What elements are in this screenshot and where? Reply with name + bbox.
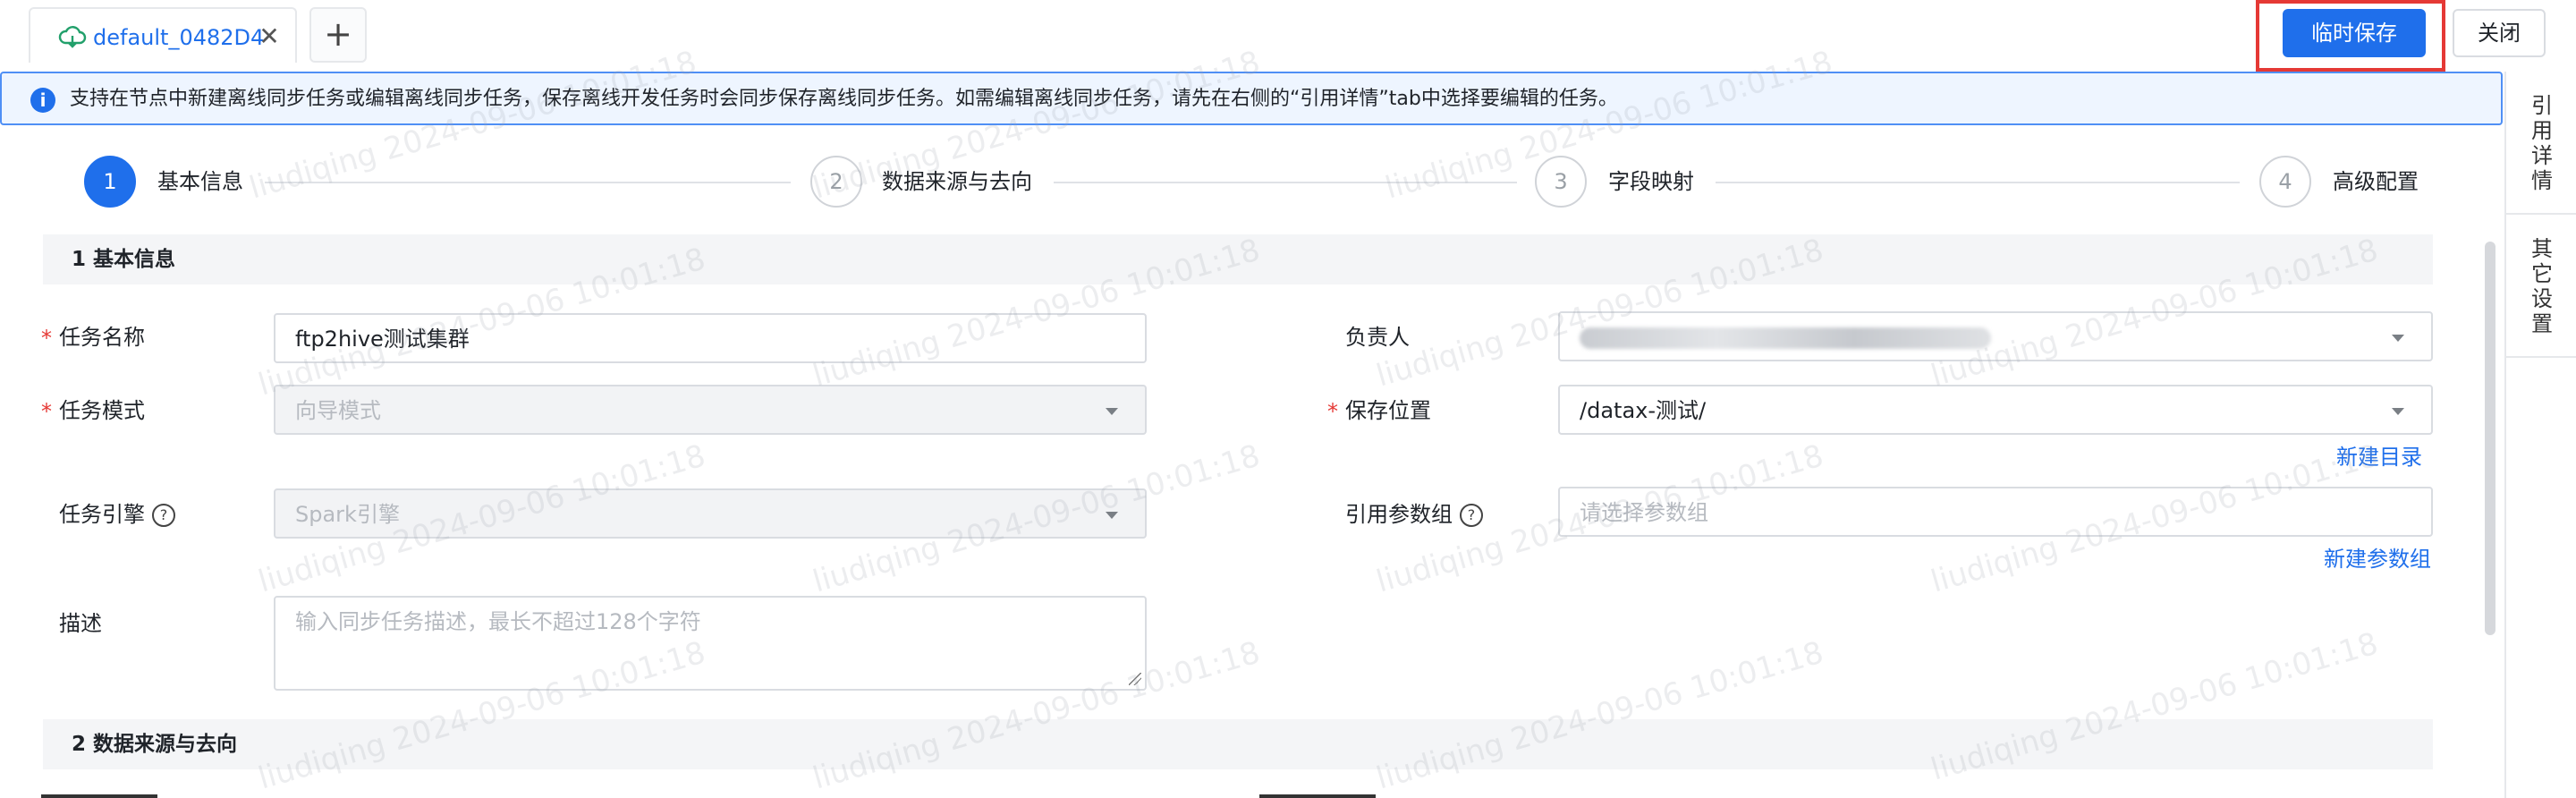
section-data-source: 2 数据来源与去向 [43, 719, 2433, 769]
task-mode-label: 任务模式 [59, 398, 145, 423]
sync-task-editor: default_0482D4 ✕ + 临时保存 关闭 i 支持在节点中新建离线同… [0, 0, 2576, 798]
task-mode-value: 向导模式 [295, 398, 381, 423]
step-connector [265, 182, 791, 183]
task-engine-select: Spark引擎 [274, 488, 1147, 539]
step-4-label[interactable]: 高级配置 [2333, 168, 2419, 195]
save-location-select[interactable]: /datax-测试/ [1558, 385, 2433, 435]
description-placeholder: 输入同步任务描述，最长不超过128个字符 [295, 609, 701, 634]
watermark: liudiqing 2024-09-06 10:01:18 [1372, 634, 1828, 797]
section-title: 2 数据来源与去向 [72, 733, 238, 756]
source-tab-indicator [41, 794, 157, 798]
owner-label: 负责人 [1345, 325, 1410, 350]
owner-select[interactable] [1558, 311, 2433, 361]
description-textarea[interactable]: 输入同步任务描述，最长不超过128个字符 [274, 596, 1147, 691]
highlight-annotation [2256, 0, 2445, 72]
tab-close-icon[interactable]: ✕ [256, 23, 283, 50]
step-indicator: 1 基本信息 2 数据来源与去向 3 字段映射 4 高级配置 [0, 143, 2487, 220]
param-group-label-text: 引用参数组 [1345, 502, 1453, 527]
task-engine-label-text: 任务引擎 [59, 502, 145, 527]
banner-text: 支持在节点中新建离线同步任务或编辑离线同步任务，保存离线开发任务时会同步保存离线… [70, 88, 1618, 110]
step-3-circle[interactable]: 3 [1535, 156, 1587, 208]
help-icon[interactable]: ? [1460, 504, 1483, 527]
param-group-select[interactable]: 请选择参数组 [1558, 487, 2433, 537]
step-connector [1716, 182, 2240, 183]
side-tab-other-settings[interactable]: 其它设置 [2506, 215, 2576, 358]
target-tab-indicator [1259, 794, 1376, 798]
info-icon: i [30, 88, 55, 113]
task-engine-value: Spark引擎 [295, 502, 400, 527]
side-tab-label: 其它设置 [2531, 236, 2553, 336]
step-2-circle[interactable]: 2 [810, 156, 862, 208]
chevron-down-icon [2392, 408, 2404, 415]
save-location-label: 保存位置 [1345, 398, 1431, 423]
step-1-circle[interactable]: 1 [84, 156, 136, 208]
required-mark: * [41, 399, 52, 424]
step-3-label[interactable]: 字段映射 [1608, 168, 1694, 195]
step-connector [1054, 182, 1517, 183]
step-1-label[interactable]: 基本信息 [157, 168, 243, 195]
step-4-circle[interactable]: 4 [2259, 156, 2311, 208]
side-tab-reference-details[interactable]: 引用详情 [2506, 72, 2576, 215]
task-mode-select: 向导模式 [274, 385, 1147, 435]
add-tab-button[interactable]: + [309, 7, 367, 63]
chevron-down-icon [1106, 408, 1118, 415]
save-location-value: /datax-测试/ [1580, 398, 1707, 423]
top-bar: default_0482D4 ✕ + 临时保存 关闭 [0, 0, 2576, 72]
tab-active-indicator [30, 61, 295, 64]
owner-value-redacted [1580, 327, 1991, 349]
task-tab[interactable]: default_0482D4 ✕ [29, 7, 297, 64]
task-name-label: 任务名称 [59, 325, 145, 350]
side-tab-label: 引用详情 [2531, 93, 2553, 193]
new-directory-link[interactable]: 新建目录 [2336, 444, 2422, 471]
task-engine-label: 任务引擎? [59, 501, 175, 528]
vertical-scrollbar[interactable] [2485, 242, 2496, 635]
tab-title: default_0482D4 [93, 25, 265, 50]
chevron-down-icon [2392, 335, 2404, 342]
required-mark: * [1327, 399, 1338, 424]
help-icon[interactable]: ? [152, 504, 175, 527]
description-label: 描述 [59, 611, 102, 636]
task-name-value: ftp2hive测试集群 [295, 327, 470, 352]
task-name-input[interactable]: ftp2hive测试集群 [274, 313, 1147, 363]
param-group-label: 引用参数组? [1345, 501, 1483, 528]
info-banner: i 支持在节点中新建离线同步任务或编辑离线同步任务，保存离线开发任务时会同步保存… [0, 72, 2503, 125]
section-title: 1 基本信息 [72, 248, 176, 271]
side-panel: 引用详情 其它设置 [2504, 72, 2576, 798]
chevron-down-icon [1106, 512, 1118, 519]
step-2-label[interactable]: 数据来源与去向 [882, 168, 1032, 195]
required-mark: * [41, 326, 52, 351]
new-param-group-link[interactable]: 新建参数组 [2324, 546, 2431, 573]
section-basic-info: 1 基本信息 [43, 234, 2433, 284]
resize-handle-icon[interactable] [1129, 673, 1141, 685]
close-button[interactable]: 关闭 [2453, 9, 2546, 57]
cloud-sync-icon [58, 26, 87, 48]
param-group-placeholder: 请选择参数组 [1580, 500, 1708, 525]
